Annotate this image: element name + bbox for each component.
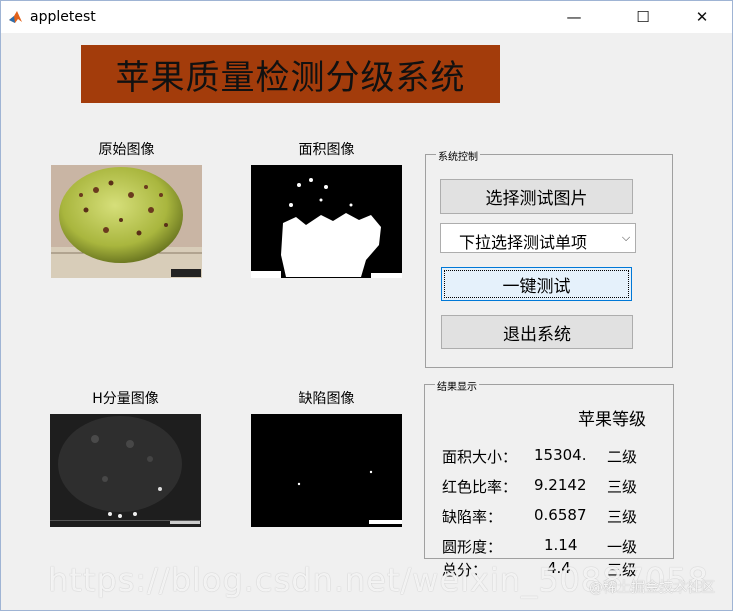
dropdown-selected-value: 下拉选择测试单项 xyxy=(459,233,588,252)
red-ratio-grade: 三级 xyxy=(607,478,638,496)
one-click-test-button[interactable]: 一键测试 xyxy=(441,267,632,301)
circularity-grade: 一级 xyxy=(607,538,638,556)
window-title: appletest xyxy=(30,9,96,25)
result-display-legend: 结果显示 xyxy=(435,378,479,393)
red-ratio-label: 红色比率： xyxy=(442,478,518,496)
defect-rate-label: 缺陷率： xyxy=(442,508,503,526)
h-image-label: H分量图像 xyxy=(92,391,159,407)
area-image-label: 面积图像 xyxy=(298,142,355,158)
defect-image xyxy=(251,414,402,527)
community-watermark: @稀土掘金技术社区 xyxy=(589,580,715,596)
system-title-banner: 苹果质量检测分级系统 xyxy=(81,45,500,103)
red-ratio-value: 9.2142 xyxy=(534,476,587,494)
app-window: appletest — ☐ ✕ 苹果质量检测分级系统 原始图像 面积图像 H分量… xyxy=(0,0,733,611)
circularity-label: 圆形度： xyxy=(442,538,503,556)
h-component-image xyxy=(50,414,201,527)
select-test-image-button[interactable]: 选择测试图片 xyxy=(440,179,633,214)
circularity-value: 1.14 xyxy=(544,536,578,554)
matlab-icon xyxy=(9,11,22,23)
maximize-button[interactable]: ☐ xyxy=(620,1,666,33)
original-image xyxy=(51,165,202,278)
defect-image-label: 缺陷图像 xyxy=(298,391,355,407)
title-bar[interactable]: appletest — ☐ ✕ xyxy=(1,1,732,33)
chevron-down-icon: ⌵ xyxy=(621,231,631,244)
defect-rate-value: 0.6587 xyxy=(534,506,587,524)
area-size-label: 面积大小： xyxy=(442,448,518,466)
minimize-button[interactable]: — xyxy=(551,1,597,33)
system-control-legend: 系统控制 xyxy=(436,148,480,163)
test-item-dropdown[interactable]: 下拉选择测试单项 ⌵ xyxy=(440,223,636,253)
area-image xyxy=(251,165,402,278)
defect-rate-grade: 三级 xyxy=(607,508,638,526)
exit-system-button[interactable]: 退出系统 xyxy=(441,315,633,349)
apple-grade-title: 苹果等级 xyxy=(578,410,646,430)
system-title: 苹果质量检测分级系统 xyxy=(115,57,466,98)
original-image-label: 原始图像 xyxy=(98,142,155,158)
area-size-value: 15304. xyxy=(534,446,587,464)
close-button[interactable]: ✕ xyxy=(679,1,725,33)
area-size-grade: 二级 xyxy=(607,448,638,466)
